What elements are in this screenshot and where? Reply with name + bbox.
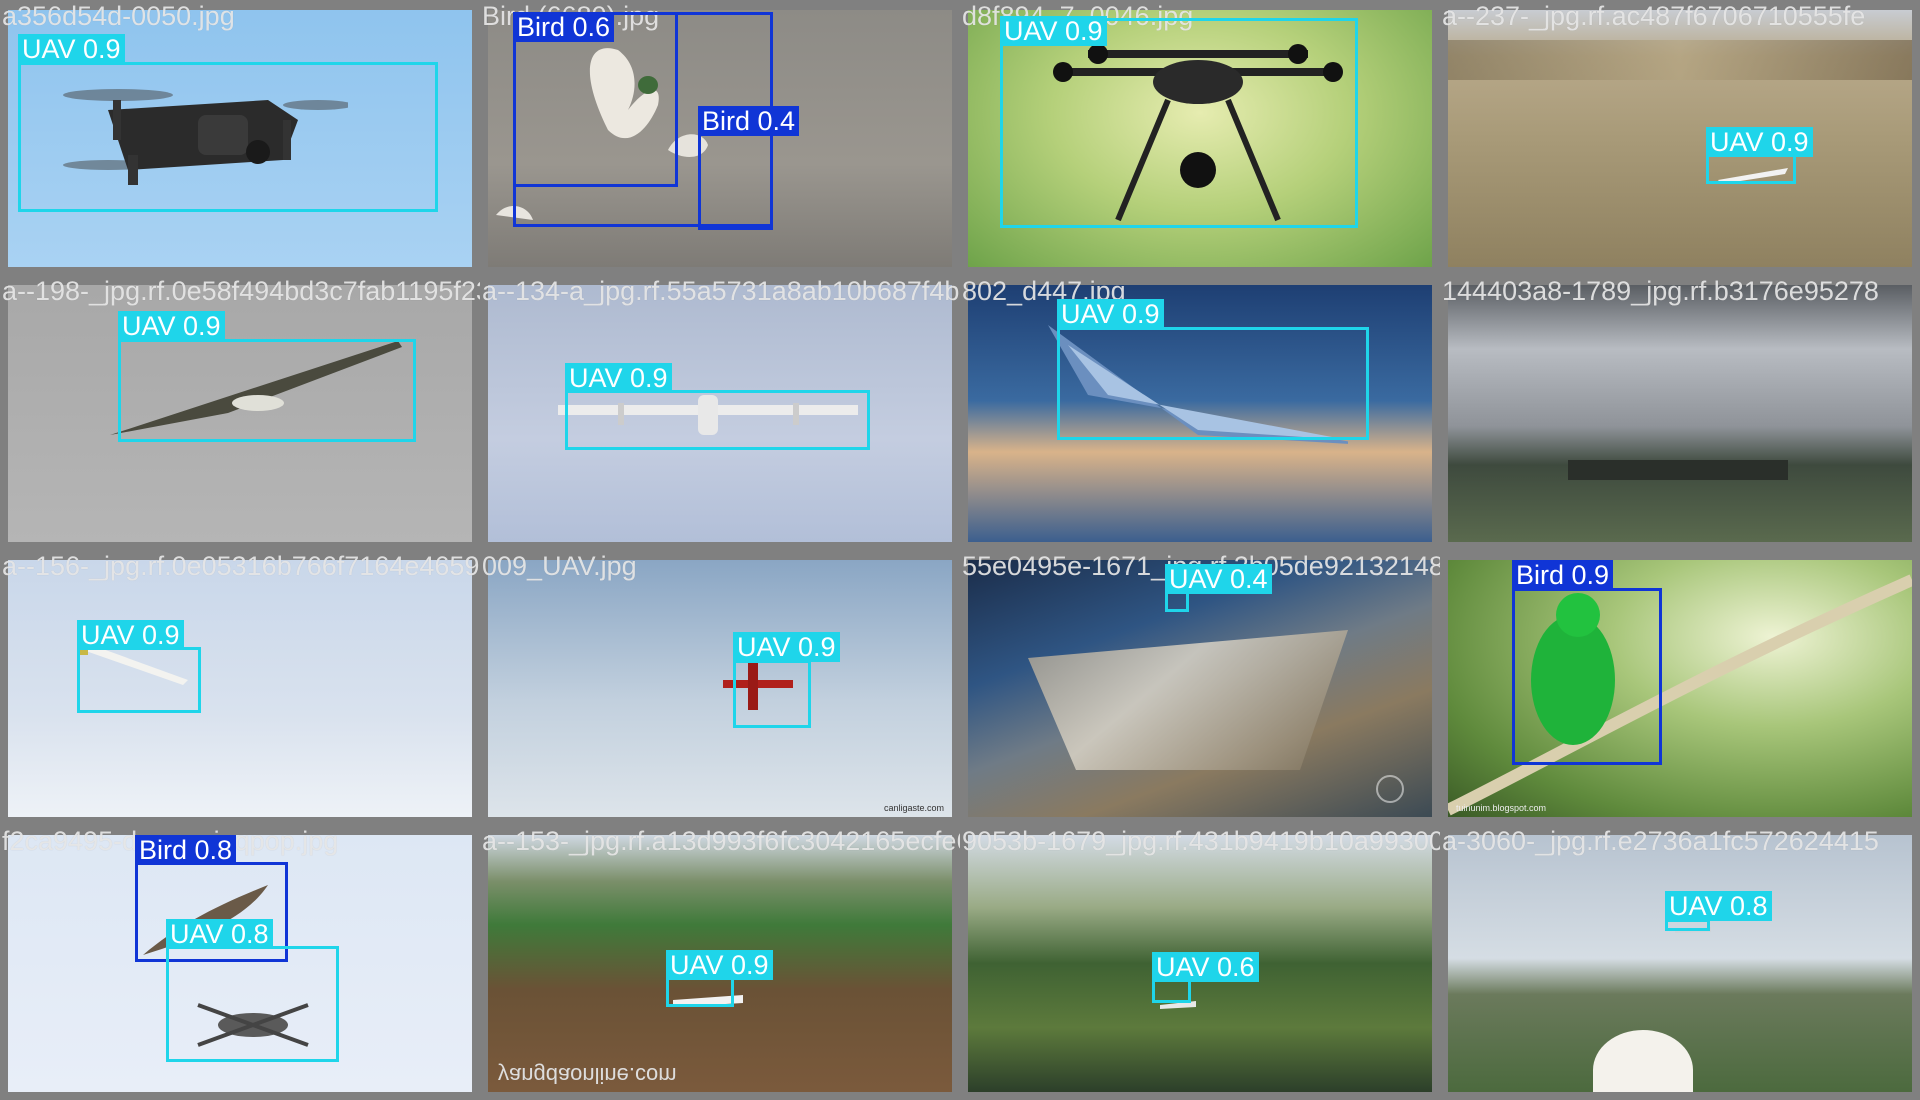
result-tile: 144403a8-1789_jpg.rf.b3176e95278: [1440, 275, 1920, 550]
result-tile: a356d54d-0050.jpg UAV 0.9: [0, 0, 480, 275]
result-tile: a--237-_jpg.rf.ac487f6706710555fe UAV 0.…: [1440, 0, 1920, 275]
bbox-label-uav: UAV 0.9: [77, 620, 184, 650]
bbox-uav: [118, 339, 416, 442]
result-tile: a--198-_jpg.rf.0e58f494bd3c7fab1195f23 U…: [0, 275, 480, 550]
aircraft-nose: [1593, 1030, 1693, 1092]
bbox-uav: [77, 647, 201, 713]
image-filename: a--156-_jpg.rf.0e05316b766f7164e4659a9f2: [2, 551, 480, 581]
bbox-uav: [1000, 18, 1358, 228]
result-tile: canligaste.com 009_UAV.jpg UAV 0.9: [480, 550, 960, 825]
image-filename: a--153-_jpg.rf.a13d993f6fc3042165ecfe6e: [482, 826, 960, 856]
bbox-bird: [1512, 588, 1662, 765]
watermark-text: tuinunim.blogspot.com: [1456, 803, 1547, 813]
result-tile: a--134-a_jpg.rf.55a5731a8ab10b687f4b2ac4…: [480, 275, 960, 550]
watermark-text: canligaste.com: [883, 803, 944, 813]
result-tile: 55e0495e-1671_jpg.rf.2b05de9213214820 UA…: [960, 550, 1440, 825]
bbox-uav: [1152, 979, 1191, 1003]
result-tile: a--156-_jpg.rf.0e05316b766f7164e4659a9f2…: [0, 550, 480, 825]
bbox-label-bird: Bird 0.9: [1512, 560, 1614, 590]
image-filename: a-3060-_jpg.rf.e2736a1fc572624415: [1442, 826, 1879, 856]
bbox-uav: [666, 977, 734, 1007]
bbox-uav: [565, 390, 870, 450]
bbox-label-uav: UAV 0.8: [1665, 891, 1772, 921]
bbox-label-uav: UAV 0.9: [733, 632, 840, 662]
tile-image: canligaste.com: [488, 560, 952, 817]
bbox-uav: [1706, 154, 1796, 184]
field-pattern: [1448, 40, 1912, 80]
bbox-label-uav: UAV 0.8: [166, 919, 273, 949]
tile-image: [1448, 10, 1912, 267]
bbox-label-bird: Bird 0.8: [135, 835, 237, 865]
bbox-label-uav: UAV 0.6: [1152, 952, 1259, 982]
image-filename: a356d54d-0050.jpg: [2, 1, 235, 31]
globe-icon: [1376, 775, 1404, 803]
image-filename: a--134-a_jpg.rf.55a5731a8ab10b687f4b2ac4: [482, 276, 960, 306]
bbox-label-bird: Bird 0.4: [698, 106, 800, 136]
bbox-uav: [733, 660, 811, 728]
bbox-uav: [18, 62, 438, 212]
result-tile: 9053b-1679_jpg.rf.431b9419b10a99300 UAV …: [960, 825, 1440, 1100]
bbox-uav: [1057, 327, 1369, 440]
bbox-label-uav: UAV 0.9: [1000, 16, 1107, 46]
bbox-label-uav: UAV 0.9: [1057, 299, 1164, 329]
bbox-label-uav: UAV 0.9: [666, 950, 773, 980]
image-filename: 9053b-1679_jpg.rf.431b9419b10a99300: [962, 826, 1440, 856]
tile-image: [968, 560, 1432, 817]
image-filename: 144403a8-1789_jpg.rf.b3176e95278: [1442, 276, 1879, 306]
bbox-uav: [166, 946, 339, 1062]
bbox-label-uav: UAV 0.9: [565, 363, 672, 393]
result-tile: d8f894_7_0046.jpg UAV 0.9: [960, 0, 1440, 275]
bbox-label-uav: UAV 0.4: [1165, 564, 1272, 594]
result-tile: 802_d447.jpg UAV 0.9: [960, 275, 1440, 550]
image-filename: 009_UAV.jpg: [482, 551, 637, 581]
bbox-label-uav: UAV 0.9: [1706, 127, 1813, 157]
tile-image: [1448, 285, 1912, 542]
building-silhouette: [1568, 460, 1788, 480]
bbox-label-uav: UAV 0.9: [18, 34, 125, 64]
coastline: [1028, 630, 1348, 770]
detection-results-grid: a356d54d-0050.jpg UAV 0.9 Bird (6680).jp…: [0, 0, 1920, 1100]
bbox-label-uav: UAV 0.9: [118, 311, 225, 341]
result-tile: Bird (6680).jpg Bird 0.6 Bird 0.4: [480, 0, 960, 275]
result-tile: tuinunim.blogspot.com Bird 0.9: [1440, 550, 1920, 825]
result-tile: a-3060-_jpg.rf.e2736a1fc572624415 UAV 0.…: [1440, 825, 1920, 1100]
result-tile: yangdaonline.com a--153-_jpg.rf.a13d993f…: [480, 825, 960, 1100]
image-filename: a--198-_jpg.rf.0e58f494bd3c7fab1195f23: [2, 276, 480, 306]
result-tile: f2ca9495-ds-pop-inqpop.jpg Bird 0.8 UAV …: [0, 825, 480, 1100]
watermark-text: yangdaonline.com: [498, 1063, 677, 1088]
tile-image: [1448, 835, 1912, 1092]
image-filename: a--237-_jpg.rf.ac487f6706710555fe: [1442, 1, 1866, 31]
bbox-label-bird: Bird 0.6: [513, 12, 615, 42]
